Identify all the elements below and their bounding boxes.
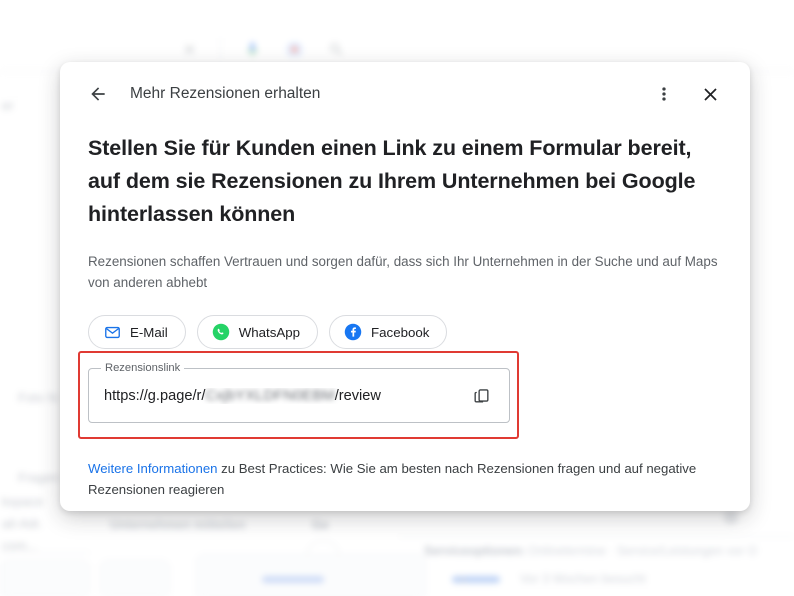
share-button-label: WhatsApp (238, 324, 301, 340)
background-label: er (2, 98, 14, 113)
footnote: Weitere Informationen zu Best Practices:… (88, 458, 718, 500)
dialog-subtext: Rezensionen schaffen Vertrauen und sorge… (88, 254, 718, 290)
url-suffix: /review (334, 387, 381, 404)
background-visited-label: Vor 3 Wochen besucht (520, 572, 646, 586)
search-icon (325, 38, 347, 60)
review-link-value: https://g.page/r/CxjbYXLDFN0EBM/review (104, 388, 466, 404)
background-chip (452, 576, 500, 583)
copy-icon (473, 389, 489, 403)
close-icon (703, 87, 717, 101)
review-link-label: Rezensionslink (101, 362, 185, 375)
divider (220, 38, 221, 60)
background-card (196, 554, 426, 596)
more-vertical-icon (662, 87, 666, 101)
more-options-button[interactable] (644, 74, 684, 114)
divider (398, 536, 794, 537)
share-button-email[interactable]: E-Mail (88, 315, 186, 349)
review-link-field-container: Rezensionslink https://g.page/r/CxjbYXLD… (88, 362, 510, 423)
background-card (0, 560, 90, 596)
background-next-button: › (306, 540, 340, 574)
close-button[interactable] (690, 74, 730, 114)
background-label: Foto hi (18, 390, 58, 405)
background-ge-label: Ge (312, 518, 329, 532)
facebook-icon (344, 323, 362, 341)
background-search-icons (178, 38, 347, 60)
background-chip (262, 576, 324, 583)
dialog-body: Stellen Sie für Kunden einen Link zu ein… (60, 132, 750, 349)
background-label: Fragen (18, 470, 60, 485)
share-button-whatsapp[interactable]: WhatsApp (196, 315, 319, 349)
background-label: se (2, 534, 16, 549)
get-more-reviews-dialog: Mehr Rezensionen erhalten Stellen Sie fü… (60, 62, 750, 511)
chevron-right-icon: › (320, 548, 326, 566)
share-button-label: E-Mail (130, 324, 168, 340)
background-card (100, 560, 170, 596)
dialog-header-actions (644, 74, 730, 114)
back-button[interactable] (78, 74, 118, 114)
background-email-value: com... (2, 538, 38, 553)
url-prefix: https://g.page/r/ (104, 387, 206, 404)
dialog-title: Mehr Rezensionen erhalten (130, 85, 321, 102)
share-button-facebook[interactable]: Facebook (329, 315, 448, 349)
background-workspace-label: kspace (2, 494, 44, 509)
background-service-options-value: Onlinetermine · Service/Leistungen vor O (528, 544, 758, 558)
learn-more-link[interactable]: Weitere Informationen (88, 461, 218, 476)
background-email-label: ail-Adr. (2, 516, 43, 531)
google-lens-icon (283, 38, 305, 60)
share-button-label: Facebook (371, 324, 430, 340)
email-icon (103, 323, 121, 341)
whatsapp-icon (212, 323, 230, 341)
divider (0, 552, 90, 553)
dialog-header: Mehr Rezensionen erhalten (60, 62, 750, 126)
background-service-options-label: Serviceoptionen: (424, 544, 526, 558)
microphone-icon (241, 38, 263, 60)
copy-link-button[interactable] (466, 381, 496, 411)
back-arrow-icon (91, 87, 105, 101)
url-redacted: CxjbYXLDFN0EBM (205, 387, 335, 404)
dialog-headline: Stellen Sie für Kunden einen Link zu ein… (88, 136, 696, 226)
share-options-row: E-Mail WhatsApp Facebook (88, 315, 722, 349)
screen: er F Foto hi Fragen se kspace ail-Adr. c… (0, 0, 794, 596)
close-icon (178, 38, 200, 60)
info-icon (724, 510, 738, 524)
background-share-business: Unternehmen mitteilen (110, 518, 246, 532)
review-link-field[interactable]: Rezensionslink https://g.page/r/CxjbYXLD… (88, 362, 510, 423)
trending-icon: ∿ (458, 573, 469, 587)
